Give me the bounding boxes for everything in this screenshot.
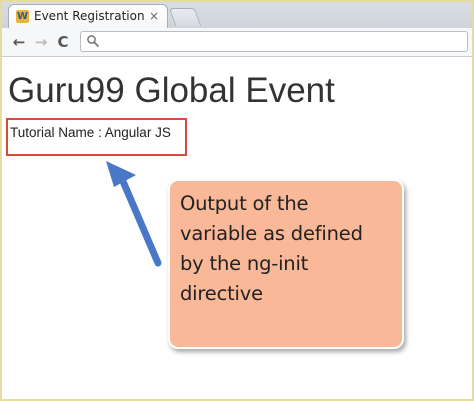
forward-arrow-icon[interactable]: → [32, 33, 50, 51]
reload-icon[interactable]: C [54, 33, 72, 51]
search-icon [87, 35, 99, 47]
close-icon[interactable]: × [149, 9, 159, 23]
address-input[interactable] [103, 33, 458, 49]
back-arrow-icon[interactable]: ← [10, 33, 28, 51]
tab-title: Event Registration [34, 9, 145, 23]
annotation-callout: Output of the variable as defined by the… [168, 179, 404, 349]
tutorial-name-output: Tutorial Name : Angular JS [10, 125, 171, 140]
favicon-icon: W [16, 10, 29, 23]
page-heading: Guru99 Global Event [8, 71, 335, 110]
new-tab-button[interactable] [168, 8, 202, 26]
browser-toolbar: ← → C [2, 28, 472, 57]
tab-strip: W Event Registration × [2, 2, 472, 28]
page-content: Guru99 Global Event Tutorial Name : Angu… [2, 57, 472, 399]
screenshot-frame: W Event Registration × ← → C Guru99 Glob… [0, 0, 474, 401]
address-bar[interactable] [80, 31, 468, 52]
tab-event-registration[interactable]: W Event Registration × [8, 4, 168, 28]
callout-text: Output of the variable as defined by the… [180, 192, 363, 305]
